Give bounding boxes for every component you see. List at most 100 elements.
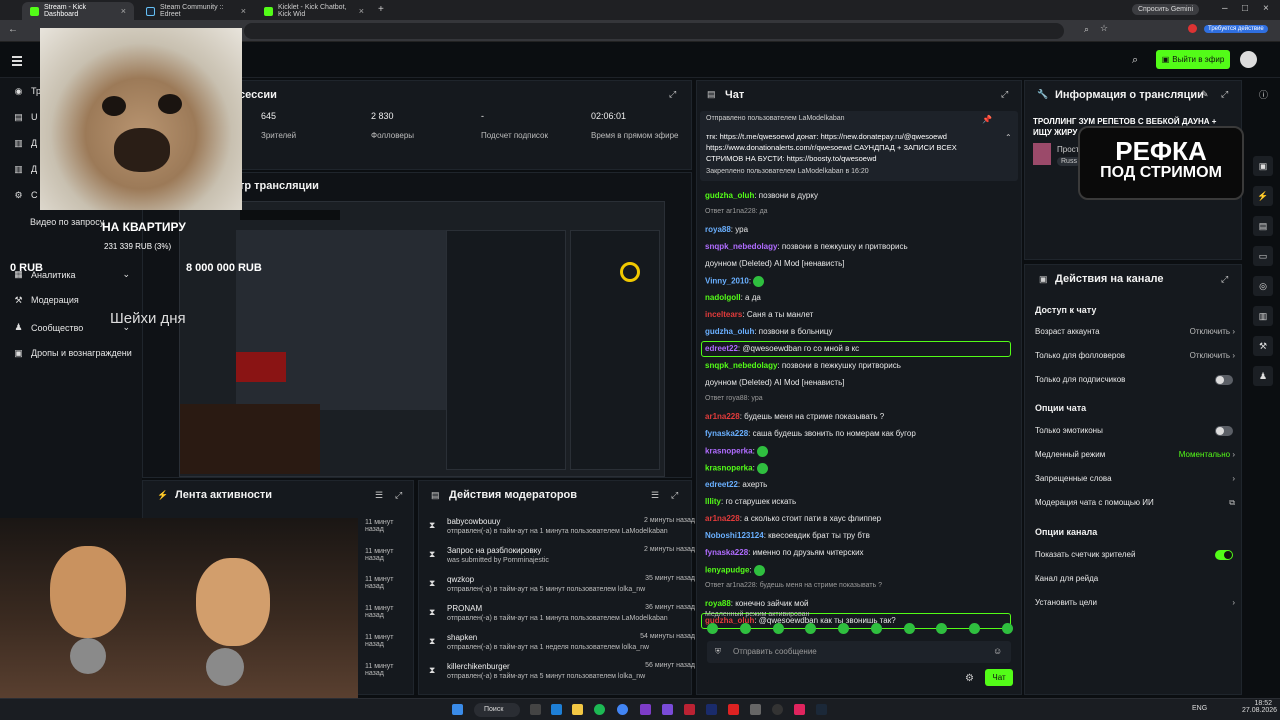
chat-message[interactable]: fynaska228: саша будешь звонить по номер…	[705, 429, 1015, 438]
edit-icon[interactable]: ✎	[1201, 89, 1209, 100]
expand-icon[interactable]: ⤢	[395, 490, 402, 501]
sidebar-item-5[interactable]: ⚙ С	[14, 190, 37, 200]
subscribers-only-toggle[interactable]	[1215, 375, 1233, 385]
close-icon[interactable]: ×	[121, 6, 126, 16]
emote-icon[interactable]	[1001, 623, 1013, 634]
chat-message[interactable]: nadolgoll: а да	[705, 293, 1015, 302]
chat-username[interactable]: lenyapudge	[705, 566, 749, 575]
chat-message[interactable]: доунном (Deleted) AI Mod [ненависть]	[705, 378, 1015, 387]
chat-username[interactable]: gudzha_oluh	[705, 191, 754, 200]
emoji-icon[interactable]: ☺	[993, 646, 1002, 656]
gear-icon[interactable]: ⚙	[965, 673, 974, 684]
chat-username[interactable]: inceltears	[705, 310, 742, 319]
emote-icon[interactable]	[772, 623, 784, 634]
chat-username[interactable]: gudzha_oluh	[705, 327, 754, 336]
chat-message[interactable]: Vinny_2010:	[705, 276, 1015, 287]
sidebar-item-drops[interactable]: ▣ Дропы и вознаграждени	[14, 348, 132, 358]
chat-username[interactable]: ar1na228	[705, 412, 740, 421]
viewer-count-toggle[interactable]	[1215, 550, 1233, 560]
app-icon[interactable]	[684, 704, 695, 715]
hammer-icon[interactable]: ⚒	[1253, 336, 1273, 356]
sidebar-item-2[interactable]: ▤ U	[14, 112, 37, 122]
taskbar-search[interactable]: Поиск	[474, 703, 520, 717]
explorer-icon[interactable]	[572, 704, 583, 715]
chat-username[interactable]: lllity	[705, 497, 721, 506]
mod-log-row[interactable]: ⧗ killerchikenburger отправлен(-а) в тайм-…	[427, 662, 695, 688]
chat-message[interactable]: inceltears: Саня а ты манлет	[705, 310, 1015, 319]
edge-icon[interactable]	[551, 704, 562, 715]
emote-icon[interactable]	[739, 623, 751, 634]
mod-log-row[interactable]: ⧗ PRONAM отправлен(-а) в тайм-аут на 1 мин…	[427, 604, 695, 630]
menu-icon[interactable]	[12, 56, 22, 68]
app-icon[interactable]	[640, 704, 651, 715]
gemini-button[interactable]: Спросить Gemini	[1132, 4, 1200, 15]
expand-icon[interactable]: ⤢	[1221, 89, 1228, 100]
chat-message[interactable]: lenyapudge:	[705, 565, 1015, 576]
chat-username[interactable]: snqpk_nebedolagy	[705, 361, 777, 370]
back-icon[interactable]: ←	[8, 24, 18, 35]
maximize-icon[interactable]: □	[1242, 3, 1248, 14]
mod-log-row[interactable]: ⧗ babycowbouuy отправлен(-а) в тайм-аут на…	[427, 517, 695, 543]
obs-icon[interactable]	[772, 704, 783, 715]
chat-username[interactable]: snqpk_nebedolagy	[705, 242, 777, 251]
chat-message[interactable]: lllity: го старушек искать	[705, 497, 1015, 506]
twitch-icon[interactable]	[662, 704, 673, 715]
mod-log-row[interactable]: ⧗ Запрос на разблокировку was submitted by…	[427, 546, 695, 572]
spotify-icon[interactable]	[594, 704, 605, 715]
setting-emotes-only[interactable]: Только эмотиконы	[1035, 426, 1235, 435]
steam-icon[interactable]	[816, 704, 827, 715]
bolt-icon[interactable]: ⚡	[1253, 186, 1273, 206]
setting-subscribers-only[interactable]: Только для подписчиков	[1035, 375, 1235, 384]
reply-reference[interactable]: Ответ roya88: ура	[705, 395, 763, 402]
chat-username[interactable]: roya88	[705, 225, 731, 234]
emote-icon[interactable]	[870, 623, 882, 634]
avatar[interactable]	[1240, 51, 1257, 68]
audition-icon[interactable]	[706, 704, 717, 715]
search-icon[interactable]: ⌕	[1132, 54, 1138, 67]
chat-message[interactable]: gudzha_oluh: позвони в дурку	[705, 191, 1015, 200]
sidebar-item-3[interactable]: ▥ Д	[14, 138, 37, 148]
tab-kicklet[interactable]: Kicklet - Kick Chatbot, Kick Wid ×	[256, 2, 372, 20]
chat-username[interactable]: ar1na228	[705, 514, 740, 523]
filter-icon[interactable]: ☰	[651, 490, 659, 501]
sidebar-item-moderation[interactable]: ⚒ Модерация	[14, 295, 78, 305]
target-icon[interactable]: ◎	[1253, 276, 1273, 296]
users-icon[interactable]: ♟	[1253, 366, 1273, 386]
chat-message[interactable]: gudzha_oluh: позвони в больницу	[705, 327, 1015, 336]
chat-icon[interactable]: ▭	[1253, 246, 1273, 266]
expand-icon[interactable]: ⤢	[1001, 89, 1008, 100]
emote-icon[interactable]	[969, 623, 981, 634]
url-field[interactable]	[244, 23, 1064, 39]
emote-icon[interactable]	[805, 623, 817, 634]
chat-message[interactable]: roya88: ура	[705, 225, 1015, 234]
go-live-button[interactable]: ▣ Выйти в эфир	[1156, 50, 1230, 69]
chat-username[interactable]: fynaska228	[705, 548, 748, 557]
pin-icon[interactable]: 📌	[982, 115, 992, 124]
sidebar-item-4[interactable]: ▥ Д	[14, 164, 37, 174]
setting-raid-channel[interactable]: Канал для рейда	[1035, 574, 1235, 583]
chat-input[interactable]: ⛨ Отправить сообщение ☺	[707, 641, 1011, 663]
star-icon[interactable]: ☆	[1100, 23, 1108, 34]
mod-log-row[interactable]: ⧗ shapken отправлен(-а) в тайм-аут на 1 не…	[427, 633, 695, 659]
window-close-icon[interactable]: ×	[1263, 3, 1269, 14]
expand-icon[interactable]: ⤢	[669, 89, 676, 100]
expand-icon[interactable]: ⤢	[671, 490, 678, 501]
emote-icon[interactable]	[707, 623, 718, 634]
chat-message[interactable]: edreet22: ахерть	[705, 480, 1015, 489]
minimize-icon[interactable]: –	[1222, 3, 1228, 14]
chat-username[interactable]: Vinny_2010	[705, 277, 749, 286]
chat-username[interactable]: krasnoperka	[705, 447, 753, 456]
setting-banned-words[interactable]: Запрещенные слова ›	[1035, 474, 1235, 483]
chat-username[interactable]: edreet22	[705, 480, 738, 489]
mod-log-row[interactable]: ⧗ qwzkop отправлен(-а) в тайм-аут на 5 мин…	[427, 575, 695, 601]
new-tab-icon[interactable]: +	[378, 4, 384, 15]
language-indicator[interactable]: ENG	[1192, 705, 1207, 712]
tab-kick-dashboard[interactable]: Stream - Kick Dashboard ×	[22, 2, 134, 20]
setting-followers-only[interactable]: Только для фолловеров Отключить ›	[1035, 351, 1235, 360]
chat-message[interactable]: ar1na228: а сколько стоит пати в хаус фл…	[705, 514, 1015, 523]
setting-account-age[interactable]: Возраст аккаунта Отключить ›	[1035, 327, 1235, 336]
emote-icon[interactable]	[936, 623, 948, 634]
chat-username[interactable]: nadolgoll	[705, 293, 741, 302]
tab-steam[interactable]: Steam Community :: Edreet ×	[138, 2, 254, 20]
setting-goals[interactable]: Установить цели ›	[1035, 598, 1235, 607]
